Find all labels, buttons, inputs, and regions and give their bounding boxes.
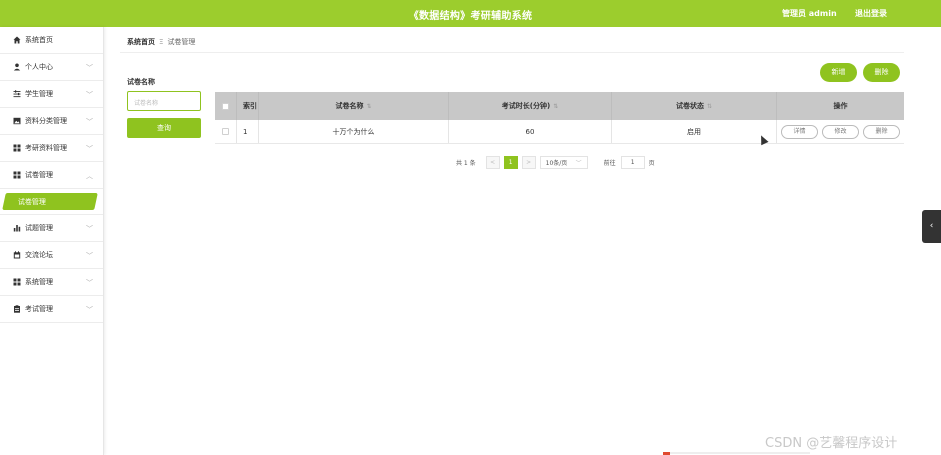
chevron-down-icon: ﹀ bbox=[86, 64, 93, 72]
breadcrumb-divider bbox=[120, 52, 904, 53]
search-input[interactable]: 试卷名称 bbox=[127, 91, 201, 111]
sidebar-item-materials[interactable]: 考研资料管理 ﹀ bbox=[0, 135, 103, 162]
sidebar-item-label: 试题管理 bbox=[25, 224, 53, 232]
search-button[interactable]: 查询 bbox=[127, 118, 201, 138]
sort-icon[interactable]: ⇅ bbox=[366, 103, 371, 110]
header-index-label: 索引 bbox=[243, 102, 257, 110]
sidebar-item-label: 学生管理 bbox=[25, 90, 53, 98]
top-header: 《数据结构》考研辅助系统 管理员 admin 退出登录 bbox=[0, 0, 941, 27]
row-checkbox[interactable] bbox=[222, 128, 229, 135]
breadcrumb-current: 试卷管理 bbox=[167, 38, 196, 46]
pagination: 共 1 条 < 1 > 10条/页 ﹀ 前往 1 页 bbox=[456, 156, 655, 169]
chevron-left-icon: ‹ bbox=[929, 221, 934, 231]
header-duration-label: 考试时长(分钟) bbox=[501, 102, 551, 110]
header-status[interactable]: 试卷状态 ⇅ bbox=[612, 92, 777, 120]
breadcrumb-home[interactable]: 系统首页 bbox=[127, 38, 155, 46]
panel-toggle-button[interactable]: ‹ bbox=[922, 210, 941, 243]
sidebar-item-system[interactable]: 系统管理 ﹀ bbox=[0, 269, 103, 296]
chevron-down-icon: ﹀ bbox=[86, 225, 93, 233]
cell-duration: 60 bbox=[449, 120, 612, 143]
header-status-label: 试卷状态 bbox=[675, 102, 704, 110]
chevron-down-icon: ﹀ bbox=[86, 279, 93, 287]
cell-index: 1 bbox=[237, 120, 259, 143]
header-name[interactable]: 试卷名称 ⇅ bbox=[259, 92, 449, 120]
header-ops-label: 操作 bbox=[833, 102, 848, 110]
sidebar-item-label: 资料分类管理 bbox=[25, 117, 67, 125]
table-header: 索引 试卷名称 ⇅ 考试时长(分钟) ⇅ 试卷状态 ⇅ 操作 bbox=[215, 92, 904, 120]
sidebar-item-label: 试卷管理 bbox=[25, 171, 53, 179]
calendar-icon bbox=[12, 251, 21, 260]
select-all-cell bbox=[215, 92, 237, 120]
batch-delete-button[interactable]: 删除 bbox=[863, 63, 900, 82]
search-label: 试卷名称 bbox=[127, 78, 155, 86]
goto-page-input[interactable]: 1 bbox=[620, 156, 645, 169]
sidebar-item-profile[interactable]: 个人中心 ﹀ bbox=[0, 54, 103, 81]
sidebar-item-label: 系统首页 bbox=[25, 36, 53, 44]
edit-button[interactable]: 修改 bbox=[822, 124, 859, 139]
chevron-down-icon: ﹀ bbox=[575, 160, 582, 167]
bar-chart-icon bbox=[12, 224, 21, 233]
sort-icon[interactable]: ⇅ bbox=[707, 103, 712, 110]
detail-button[interactable]: 详情 bbox=[781, 124, 818, 139]
goto-suffix: 页 bbox=[648, 160, 655, 167]
taskbar-line bbox=[670, 452, 810, 454]
sidebar-subitem-papers[interactable]: 试卷管理 bbox=[0, 189, 103, 215]
chevron-down-icon: ﹀ bbox=[86, 145, 93, 153]
header-duration[interactable]: 考试时长(分钟) ⇅ bbox=[449, 92, 612, 120]
clipboard-icon bbox=[12, 305, 21, 314]
sidebar-item-category[interactable]: 资料分类管理 ﹀ bbox=[0, 108, 103, 135]
grid-icon bbox=[12, 171, 21, 180]
sidebar: 系统首页 个人中心 ﹀ 学生管理 ﹀ 资料分类管理 ﹀ 考研资料管理 ﹀ 试卷管… bbox=[0, 27, 104, 455]
chevron-down-icon: ﹀ bbox=[86, 118, 93, 126]
user-icon bbox=[12, 63, 21, 72]
logout-link[interactable]: 退出登录 bbox=[855, 8, 887, 19]
sort-icon[interactable]: ⇅ bbox=[553, 103, 558, 110]
sidebar-item-forum[interactable]: 交流论坛 ﹀ bbox=[0, 242, 103, 269]
active-submenu-highlight[interactable]: 试卷管理 bbox=[2, 193, 98, 210]
chevron-down-icon: ﹀ bbox=[86, 306, 93, 314]
header-ops: 操作 bbox=[777, 92, 904, 120]
goto-label: 前往 bbox=[603, 160, 616, 167]
chevron-down-icon: ﹀ bbox=[86, 91, 93, 99]
next-page-button[interactable]: > bbox=[521, 156, 536, 169]
row-select-cell bbox=[215, 120, 237, 143]
sidebar-item-label: 交流论坛 bbox=[25, 251, 53, 259]
home-icon bbox=[12, 36, 21, 45]
header-name-label: 试卷名称 bbox=[335, 102, 364, 110]
chevron-down-icon: ﹀ bbox=[86, 252, 93, 260]
sidebar-subitem-label: 试卷管理 bbox=[17, 198, 46, 206]
sidebar-item-questions[interactable]: 试题管理 ﹀ bbox=[0, 215, 103, 242]
watermark: CSDN @艺馨程序设计 bbox=[765, 436, 898, 451]
sidebar-item-students[interactable]: 学生管理 ﹀ bbox=[0, 81, 103, 108]
row-delete-button[interactable]: 删除 bbox=[863, 124, 900, 139]
sidebar-item-label: 考研资料管理 bbox=[25, 144, 67, 152]
header-index: 索引 bbox=[237, 92, 259, 120]
sidebar-item-papers[interactable]: 试卷管理 ︿ bbox=[0, 162, 103, 189]
image-icon bbox=[12, 117, 21, 126]
table-row: 1 十万个为什么 60 启用 详情 修改 删除 bbox=[215, 120, 904, 144]
sidebar-item-label: 系统管理 bbox=[25, 278, 53, 286]
current-user: 管理员 admin bbox=[782, 9, 837, 18]
grid-icon bbox=[12, 144, 21, 153]
select-all-checkbox[interactable] bbox=[222, 102, 229, 110]
pagination-total: 共 1 条 bbox=[456, 160, 476, 167]
cell-ops: 详情 修改 删除 bbox=[777, 120, 904, 143]
sidebar-item-home[interactable]: 系统首页 bbox=[0, 27, 103, 54]
page-number-current[interactable]: 1 bbox=[503, 156, 518, 169]
page-size-value: 10条/页 bbox=[545, 160, 568, 167]
grid-icon bbox=[12, 278, 21, 287]
sidebar-item-label: 个人中心 bbox=[25, 63, 53, 71]
cell-name: 十万个为什么 bbox=[259, 120, 449, 143]
breadcrumb-separator: Ξ bbox=[159, 38, 164, 46]
breadcrumb: 系统首页 Ξ 试卷管理 bbox=[127, 37, 195, 47]
sliders-icon bbox=[12, 90, 21, 99]
cell-status: 启用 bbox=[612, 120, 777, 143]
sidebar-item-label: 考试管理 bbox=[25, 305, 53, 313]
sidebar-item-exams[interactable]: 考试管理 ﹀ bbox=[0, 296, 103, 323]
chevron-up-icon: ︿ bbox=[86, 172, 93, 180]
papers-table: 索引 试卷名称 ⇅ 考试时长(分钟) ⇅ 试卷状态 ⇅ 操作 1 十万个为什么 60 … bbox=[215, 92, 904, 144]
page-size-select[interactable]: 10条/页 ﹀ bbox=[539, 156, 588, 169]
prev-page-button[interactable]: < bbox=[485, 156, 500, 169]
add-button[interactable]: 新增 bbox=[820, 63, 857, 82]
